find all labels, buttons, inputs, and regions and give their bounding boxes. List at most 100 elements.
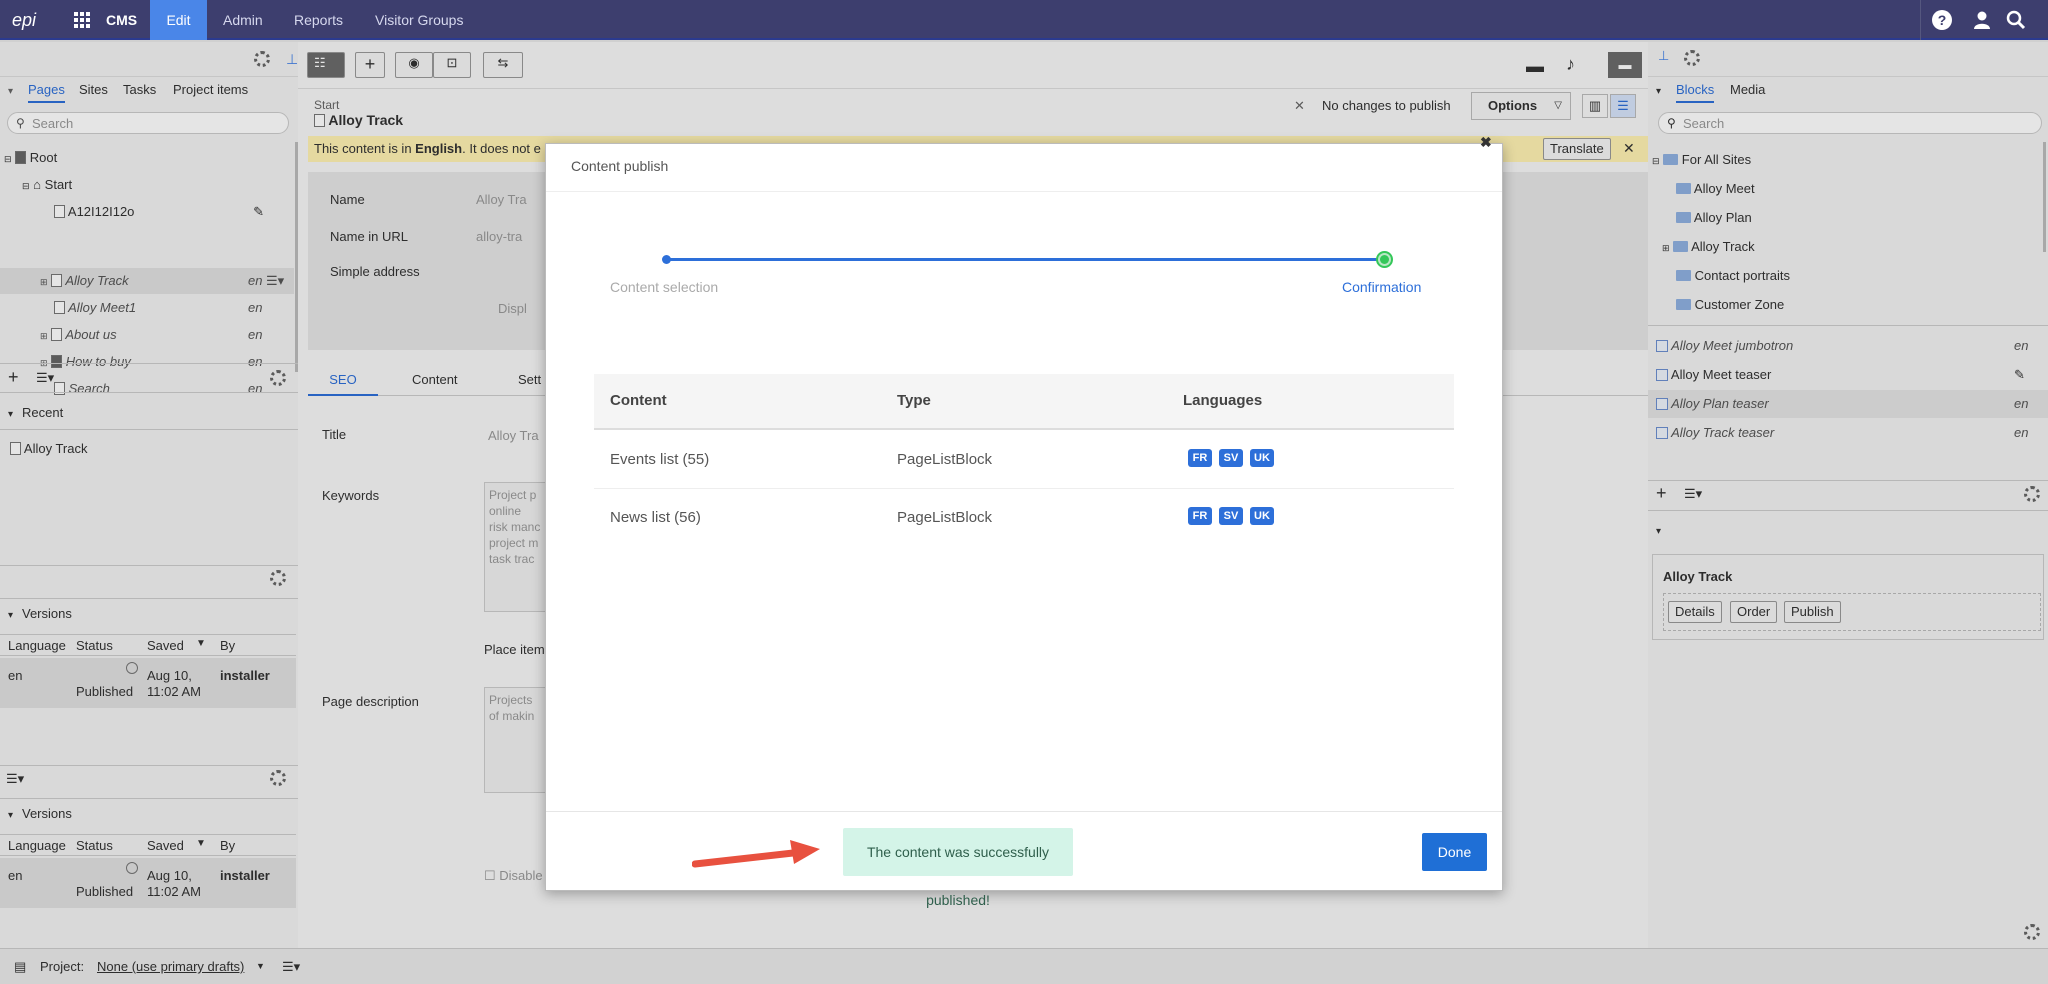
page-search-input[interactable]: ⚲ Search bbox=[7, 112, 289, 134]
compare-icon[interactable]: ⇆ bbox=[483, 52, 523, 78]
col-by[interactable]: By bbox=[220, 838, 235, 853]
tab-settings[interactable]: Sett bbox=[518, 366, 541, 394]
tab-project-items[interactable]: Project items bbox=[173, 82, 248, 97]
app-grid-icon[interactable] bbox=[72, 0, 92, 40]
chevron-down-icon[interactable]: ▼ bbox=[256, 961, 265, 971]
settings-gear-icon[interactable] bbox=[2024, 486, 2040, 502]
view-settings-icon[interactable]: ⊡ bbox=[433, 52, 471, 78]
nav-visitor-groups[interactable]: Visitor Groups bbox=[375, 0, 463, 40]
url-input[interactable]: alloy-tra bbox=[476, 229, 522, 244]
options-dropdown[interactable]: Options ▽ bbox=[1471, 92, 1571, 120]
settings-gear-icon[interactable] bbox=[2024, 924, 2040, 940]
notification-bell-icon[interactable]: ♪ bbox=[1566, 54, 1575, 75]
col-language[interactable]: Language bbox=[8, 638, 66, 653]
user-icon[interactable] bbox=[1972, 10, 1992, 30]
chevron-down-icon[interactable]: ▾ bbox=[8, 409, 13, 420]
publish-button[interactable]: Publish bbox=[1784, 601, 1841, 623]
publish-table-row[interactable]: Events list (55) PageListBlock FR SV UK bbox=[594, 432, 1454, 489]
publish-table-row[interactable]: News list (56) PageListBlock FR SV UK bbox=[594, 490, 1454, 547]
chevron-down-icon[interactable]: ▾ bbox=[8, 810, 13, 821]
disable-checkbox[interactable]: ☐ Disable bbox=[484, 868, 543, 884]
add-icon[interactable]: + bbox=[8, 367, 19, 388]
chevron-down-icon[interactable]: ▾ bbox=[1656, 526, 1661, 537]
col-saved[interactable]: Saved bbox=[147, 638, 184, 653]
list-view-icon[interactable]: ☰ bbox=[1610, 94, 1636, 118]
list-menu-icon[interactable]: ☰▾ bbox=[6, 771, 24, 787]
block-item[interactable]: Alloy Meet jumbotron en bbox=[1656, 332, 2036, 359]
nav-edit[interactable]: Edit bbox=[150, 0, 207, 40]
settings-gear-icon[interactable] bbox=[270, 370, 286, 386]
tree-item-about-us[interactable]: ⊞ About us en bbox=[40, 321, 264, 348]
tree-item-start[interactable]: ⊟ ⌂ Start bbox=[22, 171, 72, 198]
tree-item-alloy-plan[interactable]: Alloy Plan bbox=[1676, 204, 1752, 231]
title-input[interactable]: Alloy Tra bbox=[488, 428, 539, 443]
nav-admin[interactable]: Admin bbox=[223, 0, 263, 40]
tree-item-a12[interactable]: A12I12I12o ✎ bbox=[54, 198, 264, 225]
name-input[interactable]: Alloy Tra bbox=[476, 192, 527, 207]
breadcrumb[interactable]: Start bbox=[314, 98, 339, 112]
tree-item-alloy-track[interactable]: ⊞ Alloy Track en ☰▾ bbox=[40, 267, 290, 294]
tab-media[interactable]: Media bbox=[1730, 82, 1765, 97]
settings-gear-icon[interactable] bbox=[270, 770, 286, 786]
tree-item-customer-zone[interactable]: Customer Zone bbox=[1676, 291, 1784, 318]
done-button[interactable]: Done bbox=[1422, 833, 1487, 871]
comment-icon[interactable]: ▬ bbox=[1526, 56, 1544, 77]
details-button[interactable]: Details bbox=[1668, 601, 1722, 623]
epi-logo[interactable]: epi bbox=[12, 0, 36, 40]
tree-item-for-all-sites[interactable]: ⊟ For All Sites bbox=[1652, 146, 1751, 173]
close-dialog-icon[interactable]: ✖ bbox=[1480, 134, 1492, 151]
tab-pages[interactable]: Pages bbox=[28, 82, 65, 103]
tree-item-how-to-buy[interactable]: ⊞ How to buyen bbox=[40, 348, 264, 375]
close-notice-icon[interactable]: ✕ bbox=[1623, 140, 1635, 157]
add-button[interactable]: + bbox=[355, 52, 385, 78]
tree-item-alloy-track[interactable]: ⊞ Alloy Track bbox=[1662, 233, 1755, 260]
chevron-down-icon[interactable]: ▾ bbox=[1656, 86, 1661, 97]
layout-icon[interactable]: ▥ bbox=[1582, 94, 1608, 118]
settings-gear-icon[interactable] bbox=[270, 570, 286, 586]
tree-item-contact-portraits[interactable]: Contact portraits bbox=[1676, 262, 1790, 289]
tab-content[interactable]: Content bbox=[412, 366, 458, 394]
chevron-down-icon[interactable]: ▾ bbox=[8, 610, 13, 621]
scrollbar[interactable] bbox=[2043, 142, 2046, 252]
tree-item-alloy-meet[interactable]: Alloy Meet bbox=[1676, 175, 1755, 202]
settings-gear-icon[interactable] bbox=[254, 51, 270, 67]
block-item[interactable]: Alloy Track teaser en bbox=[1656, 419, 2036, 446]
context-menu-icon[interactable]: ☰▾ bbox=[266, 267, 284, 294]
tree-item-root[interactable]: ⊟ Root bbox=[4, 144, 57, 171]
help-icon[interactable]: ? bbox=[1932, 10, 1952, 30]
tab-seo[interactable]: SEO bbox=[308, 366, 378, 396]
block-item[interactable]: Alloy Meet teaser ✎ bbox=[1656, 361, 2036, 388]
list-menu-icon[interactable]: ☰▾ bbox=[1684, 486, 1702, 502]
col-language[interactable]: Language bbox=[8, 838, 66, 853]
pin-icon[interactable]: ⊥ bbox=[286, 51, 298, 67]
assets-folder-icon[interactable]: ▬ bbox=[1608, 52, 1642, 78]
tab-blocks[interactable]: Blocks bbox=[1676, 82, 1715, 103]
block-item[interactable]: Alloy Plan teaser en bbox=[1656, 390, 2036, 417]
display-checkbox[interactable]: Displ bbox=[498, 301, 527, 316]
preview-eye-icon[interactable]: ◉ bbox=[395, 52, 433, 78]
page-tree-toggle-button[interactable]: ☷ bbox=[307, 52, 345, 78]
translate-button[interactable]: Translate bbox=[1543, 138, 1611, 160]
search-icon[interactable] bbox=[2006, 10, 2026, 30]
tab-tasks[interactable]: Tasks bbox=[123, 82, 156, 97]
col-status[interactable]: Status bbox=[76, 838, 113, 853]
col-status[interactable]: Status bbox=[76, 638, 113, 653]
project-selector[interactable]: None (use primary drafts) bbox=[97, 959, 244, 974]
col-by[interactable]: By bbox=[220, 638, 235, 653]
nav-reports[interactable]: Reports bbox=[294, 0, 343, 40]
block-search-input[interactable]: ⚲ Search bbox=[1658, 112, 2042, 134]
add-icon[interactable]: + bbox=[1656, 483, 1667, 504]
project-menu-icon[interactable]: ☰▾ bbox=[282, 959, 300, 975]
pin-icon[interactable]: ⊥ bbox=[1658, 48, 1669, 64]
version-row-2[interactable]: en Published Aug 10, 11:02 AM installer bbox=[0, 858, 296, 908]
version-row[interactable]: en Published Aug 10, 11:02 AM installer bbox=[0, 658, 296, 708]
settings-gear-icon[interactable] bbox=[1684, 50, 1700, 66]
recent-item[interactable]: Alloy Track bbox=[10, 441, 87, 456]
tab-sites[interactable]: Sites bbox=[79, 82, 108, 97]
tree-item-alloy-meet1[interactable]: Alloy Meet1 en bbox=[54, 294, 264, 321]
col-saved[interactable]: Saved bbox=[147, 838, 184, 853]
list-menu-icon[interactable]: ☰▾ bbox=[36, 370, 54, 386]
order-button[interactable]: Order bbox=[1730, 601, 1778, 623]
chevron-down-icon[interactable]: ▾ bbox=[8, 86, 13, 97]
tree-item-search[interactable]: Search en bbox=[54, 375, 264, 402]
